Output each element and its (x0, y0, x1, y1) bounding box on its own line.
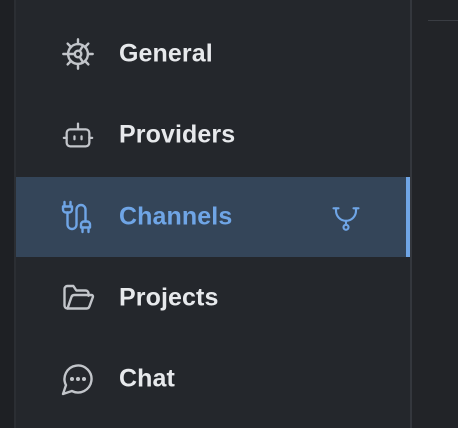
content-divider (428, 20, 458, 21)
settings-window: General Providers Channels Projects Chat (0, 0, 458, 428)
left-edge-strip (0, 0, 14, 428)
sidebar-item-providers[interactable]: Providers (16, 95, 408, 175)
sidebar-item-label: Chat (119, 364, 175, 393)
robot-icon (58, 115, 98, 155)
sidebar-item-projects[interactable]: Projects (16, 258, 408, 338)
gear-icon (58, 34, 98, 74)
sidebar-item-label: Projects (119, 283, 219, 312)
sidebar-item-label: General (119, 39, 213, 68)
sidebar-item-general[interactable]: General (16, 14, 408, 94)
sidebar-item-chat[interactable]: Chat (16, 339, 408, 419)
sidebar-item-label: Providers (119, 120, 236, 149)
sidebar-item-channels[interactable]: Channels (16, 177, 410, 257)
folder-open-icon (58, 278, 98, 318)
cable-plug-icon (58, 197, 98, 237)
content-pane (412, 0, 458, 428)
webhook-icon (329, 200, 363, 234)
chat-bubble-icon (58, 359, 98, 399)
sidebar-item-label: Channels (119, 202, 233, 231)
